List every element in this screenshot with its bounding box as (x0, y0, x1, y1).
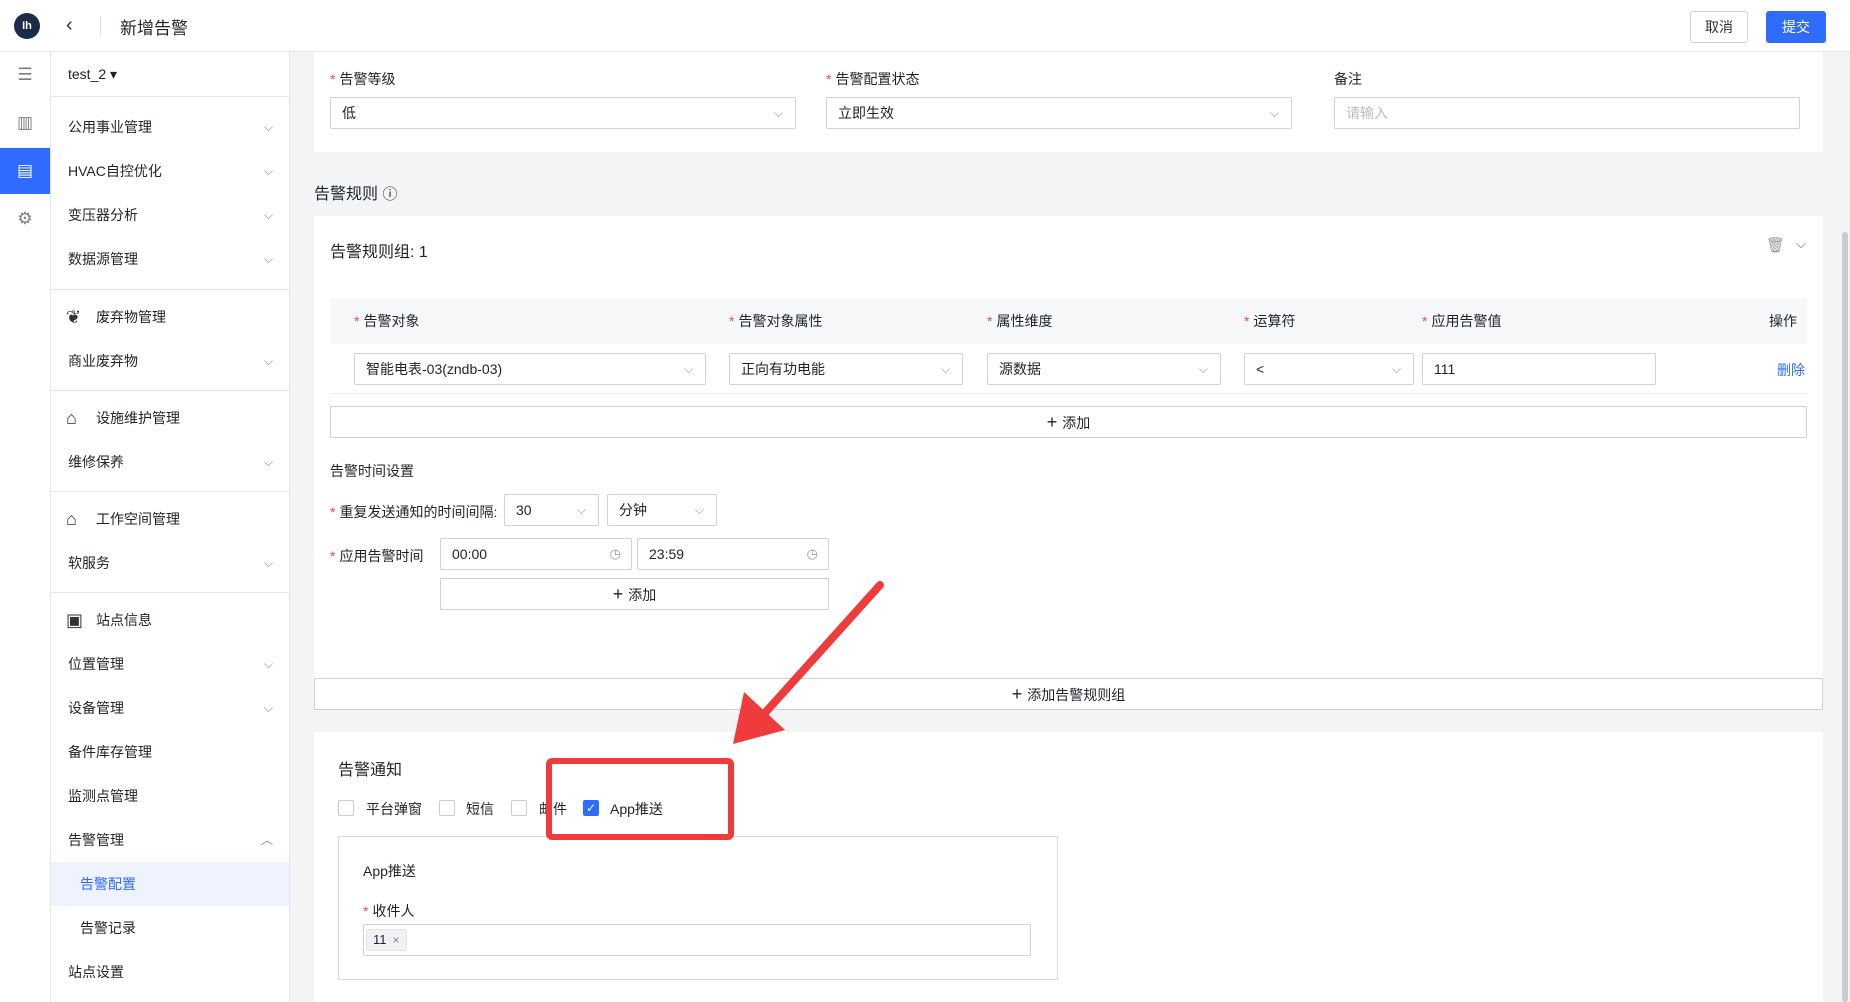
arrow-shaft (760, 581, 884, 718)
annotation-arrow (733, 581, 884, 744)
